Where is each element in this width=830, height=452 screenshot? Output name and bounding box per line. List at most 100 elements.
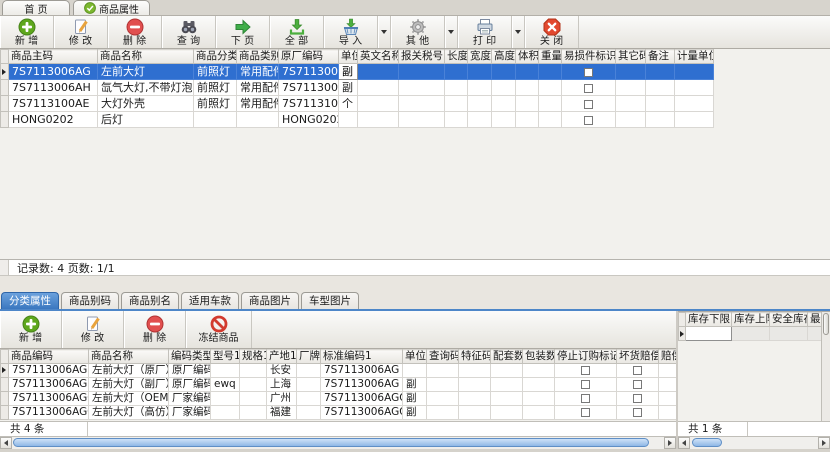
cell[interactable] — [523, 392, 555, 406]
checkbox[interactable] — [581, 394, 590, 403]
cell[interactable] — [211, 364, 240, 378]
cell[interactable]: 前照灯 — [194, 80, 237, 96]
cell[interactable] — [675, 64, 714, 80]
checkbox[interactable] — [584, 116, 593, 125]
cell[interactable] — [445, 80, 468, 96]
cell[interactable] — [445, 96, 468, 112]
column-header[interactable]: 型号1 — [211, 350, 240, 364]
cell[interactable] — [539, 112, 562, 128]
cell[interactable] — [562, 80, 616, 96]
column-header[interactable]: 长度 — [445, 50, 468, 64]
cell[interactable] — [516, 64, 539, 80]
scrollbar-thumb[interactable] — [823, 313, 829, 335]
detail-hscrollbar[interactable] — [0, 436, 676, 449]
stock-limits-table[interactable]: 库存下限库存上限安全库存最低订购 — [678, 312, 830, 341]
column-header[interactable]: 商品主码 — [9, 50, 98, 64]
cell[interactable] — [459, 364, 491, 378]
cell[interactable]: 左前大灯（副厂） — [89, 378, 169, 392]
cell[interactable]: 7S7113006AG — [9, 64, 98, 80]
cell[interactable] — [539, 64, 562, 80]
cell[interactable] — [555, 406, 617, 420]
column-header[interactable]: 规格1 — [240, 350, 267, 364]
cell[interactable] — [617, 406, 659, 420]
cell[interactable] — [617, 378, 659, 392]
cell[interactable]: 常用配件 — [237, 64, 279, 80]
other-dropdown-button[interactable] — [445, 16, 458, 48]
cell[interactable] — [675, 96, 714, 112]
add-button[interactable]: 新 增 — [0, 16, 54, 48]
cell[interactable]: 7S7113100AE — [9, 96, 98, 112]
cell[interactable]: 常用配件 — [237, 80, 279, 96]
column-header[interactable]: 库存下限 — [686, 313, 732, 327]
detail-delete-button[interactable]: 删 除 — [124, 311, 186, 348]
cell[interactable] — [468, 112, 492, 128]
cell[interactable] — [427, 406, 459, 420]
table-row[interactable]: 7S7113006AH氙气大灯,不带灯泡,LH前照灯常用配件7S7113006A… — [1, 80, 714, 96]
cell[interactable]: 广州 — [267, 392, 297, 406]
cell[interactable]: 厂家编码 — [169, 392, 211, 406]
import-button[interactable]: 导 入 — [324, 16, 378, 48]
cell[interactable]: 7S7113006AGOEM — [321, 392, 403, 406]
checkbox[interactable] — [633, 408, 642, 417]
cell[interactable] — [659, 406, 677, 420]
cell[interactable] — [468, 80, 492, 96]
scroll-right-button[interactable] — [818, 437, 830, 449]
cell[interactable] — [492, 64, 516, 80]
cell[interactable] — [297, 364, 321, 378]
cell[interactable] — [403, 364, 427, 378]
cell[interactable]: 副 — [403, 392, 427, 406]
cell[interactable] — [445, 64, 468, 80]
cell[interactable] — [240, 392, 267, 406]
cell[interactable] — [555, 378, 617, 392]
cell[interactable] — [659, 378, 677, 392]
cell[interactable] — [491, 378, 523, 392]
detail-add-button[interactable]: 新 增 — [0, 311, 62, 348]
cell[interactable] — [616, 64, 646, 80]
print-button[interactable]: 打 印 — [458, 16, 512, 48]
cell[interactable] — [491, 406, 523, 420]
cell[interactable]: 7S7113006AH — [279, 80, 339, 96]
cell[interactable] — [427, 378, 459, 392]
scrollbar-track[interactable] — [12, 437, 664, 449]
cell[interactable] — [427, 392, 459, 406]
cell[interactable] — [539, 80, 562, 96]
cell[interactable] — [358, 64, 399, 80]
cell[interactable]: 左前大灯（高仿） — [89, 406, 169, 420]
edit-button[interactable]: 修 改 — [54, 16, 108, 48]
cell[interactable]: 7S7113006AGFC — [9, 378, 89, 392]
column-header[interactable]: 商品编码 — [9, 350, 89, 364]
cell[interactable] — [675, 112, 714, 128]
cell[interactable] — [523, 378, 555, 392]
cell[interactable] — [240, 364, 267, 378]
cell[interactable] — [459, 406, 491, 420]
cell[interactable] — [492, 96, 516, 112]
cell[interactable] — [445, 112, 468, 128]
cell[interactable] — [562, 64, 616, 80]
table-row[interactable]: 7S7113006AGGF左前大灯（高仿）厂家编码福建7S7113006AGGF… — [1, 406, 677, 420]
cell[interactable] — [459, 378, 491, 392]
column-header[interactable]: 备注 — [646, 50, 675, 64]
tab-product-images[interactable]: 商品图片 — [241, 292, 299, 309]
column-header[interactable]: 报关税号 — [399, 50, 445, 64]
cell[interactable] — [468, 64, 492, 80]
cell[interactable] — [617, 364, 659, 378]
checkbox[interactable] — [581, 380, 590, 389]
table-row[interactable]: 7S7113006AG左前大灯（原厂）原厂编码长安7S7113006AG — [1, 364, 677, 378]
cell[interactable] — [646, 112, 675, 128]
cell[interactable] — [492, 112, 516, 128]
column-header[interactable]: 宽度 — [468, 50, 492, 64]
cell[interactable]: 福建 — [267, 406, 297, 420]
cell[interactable]: 7S7113100AE — [279, 96, 339, 112]
checkbox[interactable] — [633, 394, 642, 403]
column-header[interactable]: 库存上限 — [732, 313, 770, 327]
cell[interactable] — [659, 392, 677, 406]
cell[interactable] — [523, 364, 555, 378]
cell[interactable] — [237, 112, 279, 128]
checkbox[interactable] — [584, 68, 593, 77]
cell[interactable]: 7S7113006AG — [321, 364, 403, 378]
cell[interactable]: 7S7113006AGGF — [321, 406, 403, 420]
cell[interactable] — [491, 364, 523, 378]
cell[interactable] — [646, 80, 675, 96]
checkbox[interactable] — [584, 100, 593, 109]
cell[interactable] — [358, 80, 399, 96]
